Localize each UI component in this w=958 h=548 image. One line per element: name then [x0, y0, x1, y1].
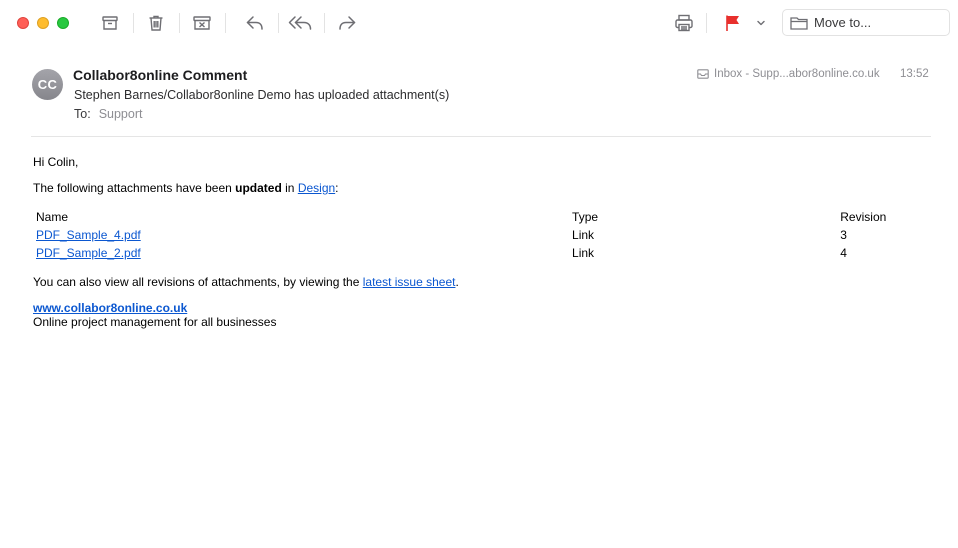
revisions-suffix: . — [455, 275, 459, 289]
column-header-name: Name — [36, 210, 69, 224]
header-divider — [31, 136, 931, 137]
flag-button[interactable] — [719, 10, 745, 36]
attachment-name-cell: PDF_Sample_4.pdf — [33, 226, 569, 244]
chevron-down-icon — [757, 20, 765, 26]
mailbox-location: Inbox - Supp...abor8online.co.uk — [697, 68, 880, 80]
to-label: To: — [74, 107, 91, 121]
column-header-revision: Revision — [840, 210, 887, 224]
reply-button[interactable] — [242, 10, 268, 36]
column-header-type: Type — [572, 210, 599, 224]
toolbar-separator — [706, 13, 707, 33]
received-time: 13:52 — [900, 68, 929, 80]
attachment-link[interactable]: PDF_Sample_2.pdf — [36, 246, 141, 260]
intro-mid: in — [281, 181, 298, 195]
reply-all-button[interactable] — [288, 10, 314, 36]
reply-icon — [246, 16, 263, 30]
greeting: Hi Colin, — [33, 155, 79, 169]
zoom-window-button[interactable] — [57, 17, 69, 29]
minimize-window-button[interactable] — [37, 17, 49, 29]
mailbox-icon — [697, 69, 709, 79]
folder-icon — [790, 16, 808, 30]
intro-prefix: The following attachments have been — [33, 181, 236, 195]
toolbar-separator — [324, 13, 325, 33]
flag-menu-button[interactable] — [749, 10, 773, 36]
intro-bold: updated — [235, 181, 282, 195]
website-link[interactable]: www.collabor8online.co.uk — [33, 301, 187, 315]
forward-icon — [339, 16, 356, 30]
trash-icon — [149, 15, 163, 31]
archive-icon — [102, 16, 118, 30]
toolbar: Move to... — [0, 0, 958, 46]
attachment-name-cell: PDF_Sample_2.pdf — [33, 244, 569, 262]
junk-icon — [193, 16, 211, 30]
intro-suffix: : — [335, 181, 339, 195]
recipient[interactable]: Support — [99, 107, 143, 121]
footer-signature: www.collabor8online.co.uk — [33, 301, 187, 315]
print-button[interactable] — [671, 10, 697, 36]
table-row: PDF_Sample_2.pdf Link 4 — [33, 244, 913, 262]
toolbar-separator — [278, 13, 279, 33]
footer-tagline: Online project management for all busine… — [33, 315, 277, 329]
table-header-row: Name Type Revision — [33, 208, 913, 226]
attachment-type-cell: Link — [572, 228, 595, 242]
reply-all-icon — [288, 16, 312, 30]
table-row: PDF_Sample_4.pdf Link 3 — [33, 226, 913, 244]
attachments-table: Name Type Revision PDF_Sample_4.pdf Link… — [33, 208, 913, 262]
attachment-revision-cell: 3 — [840, 228, 847, 242]
print-icon — [675, 14, 693, 32]
archive-button[interactable] — [97, 10, 123, 36]
close-window-button[interactable] — [17, 17, 29, 29]
junk-button[interactable] — [189, 10, 215, 36]
flag-icon — [726, 15, 739, 31]
toolbar-separator — [179, 13, 180, 33]
move-to-placeholder: Move to... — [814, 15, 872, 30]
revisions-prefix: You can also view all revisions of attac… — [33, 275, 363, 289]
avatar: CC — [32, 69, 63, 100]
intro-paragraph: The following attachments have been upda… — [33, 181, 339, 195]
attachment-link[interactable]: PDF_Sample_4.pdf — [36, 228, 141, 242]
delete-button[interactable] — [143, 10, 169, 36]
attachment-type-cell: Link — [572, 246, 595, 260]
toolbar-separator — [225, 13, 226, 33]
mailbox-label: Inbox - Supp...abor8online.co.uk — [714, 68, 880, 80]
latest-issue-sheet-link[interactable]: latest issue sheet — [363, 275, 456, 289]
email-subject: Stephen Barnes/Collabor8online Demo has … — [74, 88, 450, 102]
recipient-row: To: Support — [74, 107, 142, 121]
move-to-field[interactable]: Move to... — [782, 9, 950, 36]
design-link[interactable]: Design — [298, 181, 335, 195]
forward-button[interactable] — [334, 10, 360, 36]
toolbar-separator — [133, 13, 134, 33]
attachment-revision-cell: 4 — [840, 246, 847, 260]
revisions-paragraph: You can also view all revisions of attac… — [33, 275, 459, 289]
sender-name[interactable]: Collabor8online Comment — [73, 67, 247, 83]
